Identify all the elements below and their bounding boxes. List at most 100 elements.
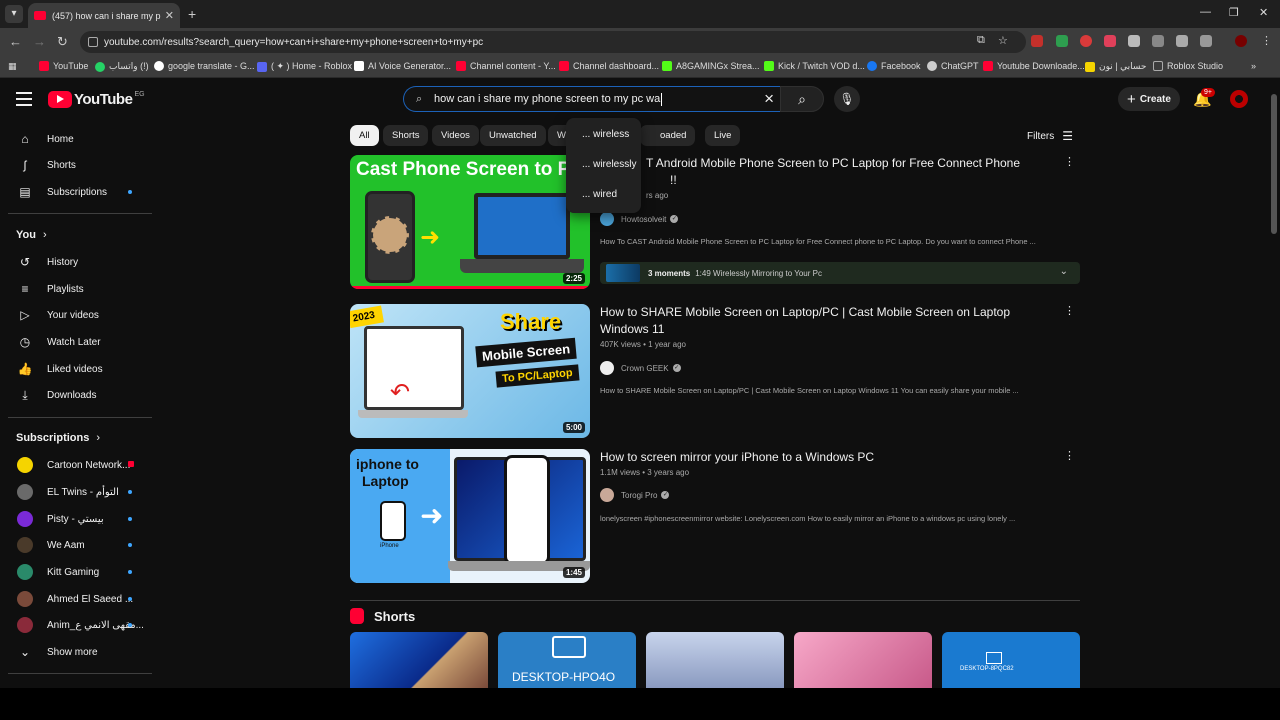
search-button[interactable]: ⌕	[780, 86, 824, 112]
video-duration: 5:00	[562, 422, 585, 433]
bookmark-item[interactable]: A8GAMINGx Strea...	[662, 61, 760, 71]
forward-icon[interactable]: →	[33, 34, 46, 49]
close-window-icon[interactable]: ✕	[1259, 6, 1268, 19]
more-actions-icon[interactable]: ⋮	[1064, 304, 1075, 317]
extension-icon[interactable]	[1128, 35, 1140, 47]
extension-icon[interactable]	[1056, 35, 1068, 47]
voice-search-button[interactable]: 🎙	[834, 86, 860, 112]
apps-grid-icon[interactable]: ▦	[8, 61, 17, 72]
video-title[interactable]: How to screen mirror your iPhone to a Wi…	[600, 449, 1040, 466]
sidebar-you-heading[interactable]: You ›	[16, 229, 47, 241]
video-thumbnail[interactable]: 2023 Share Mobile Screen To PC/Laptop ↶ …	[350, 304, 590, 438]
chip-shorts[interactable]: Shorts	[383, 125, 429, 146]
subscription-item[interactable]: Pisty - بيستي	[8, 507, 152, 531]
back-icon[interactable]: ←	[9, 34, 22, 49]
suggestion-item[interactable]: ... wirelessly	[566, 154, 641, 184]
sidebar-subscriptions-heading[interactable]: Subscriptions ›	[16, 432, 100, 444]
subscription-item[interactable]: Ahmed El Saeed ...	[8, 587, 152, 611]
bookmark-item[interactable]: YouTube	[39, 61, 88, 71]
clear-search-icon[interactable]: ×	[764, 89, 774, 109]
scrollbar-thumb[interactable]	[1271, 94, 1277, 234]
create-button[interactable]: + Create	[1118, 87, 1180, 111]
site-info-icon[interactable]	[88, 37, 98, 47]
new-tab-icon[interactable]: +	[188, 6, 196, 22]
extension-icon[interactable]	[1080, 35, 1092, 47]
search-input[interactable]: ⌕ how can i share my phone screen to my …	[403, 86, 780, 112]
sidebar-item-watch-later[interactable]: ◷ Watch Later	[8, 330, 152, 354]
bookmark-folder[interactable]: Roblox Studio	[1153, 61, 1223, 71]
channel-link[interactable]: Howtosolveit ✓	[600, 212, 679, 226]
chip-recently-uploaded[interactable]: oaded	[640, 125, 696, 146]
bookmark-item[interactable]: Channel content - Y...	[456, 61, 556, 71]
bookmark-item[interactable]: Youtube Downloade...	[983, 61, 1085, 71]
extension-icon[interactable]	[1176, 35, 1188, 47]
bookmark-item[interactable]: Facebook	[867, 61, 921, 71]
channel-link[interactable]: Crown GEEK ✓	[600, 361, 681, 375]
channel-avatar	[17, 457, 33, 473]
install-app-icon[interactable]: ⧉	[977, 34, 985, 47]
chevron-down-icon[interactable]: ⌄	[1060, 266, 1068, 277]
page-scrollbar[interactable]	[1270, 82, 1278, 688]
extension-icon[interactable]	[1031, 35, 1043, 47]
profile-avatar-icon[interactable]	[1235, 35, 1247, 47]
filters-button[interactable]: Filters ☰	[1027, 129, 1073, 143]
extension-icon[interactable]	[1104, 35, 1116, 47]
browser-tab-active[interactable]: (457) how can i share my phone ✕	[28, 3, 180, 28]
short-thumbnail[interactable]	[794, 632, 932, 688]
subscription-item[interactable]: Anim_مقهى الانمي ع...	[8, 613, 152, 637]
restore-icon[interactable]: ❐	[1229, 6, 1239, 19]
browser-menu-icon[interactable]: ⋮	[1261, 34, 1272, 47]
reload-icon[interactable]: ↻	[57, 34, 68, 50]
bookmark-item[interactable]: حسابي | نون	[1085, 61, 1146, 72]
sidebar-item-playlists[interactable]: ≡ Playlists	[8, 277, 152, 301]
subscription-item[interactable]: Cartoon Network...	[8, 453, 152, 477]
bookmark-item[interactable]: ChatGPT	[927, 61, 979, 71]
short-thumbnail[interactable]	[646, 632, 784, 688]
tab-search-icon[interactable]: ▾	[5, 5, 23, 23]
chip-all[interactable]: All	[350, 125, 379, 146]
channel-link[interactable]: Torogi Pro ✓	[600, 488, 670, 502]
video-thumbnail[interactable]: Cast Phone Screen to P ➜ 2:25	[350, 155, 590, 289]
video-title[interactable]: T Android Mobile Phone Screen to PC Lapt…	[600, 155, 1040, 189]
subscription-item[interactable]: We Aam	[8, 533, 152, 557]
suggestion-item[interactable]: ... wired	[566, 184, 641, 214]
subscription-item[interactable]: EL Twins - التوأم	[8, 480, 152, 504]
sidebar-show-more[interactable]: ⌄ Show more	[8, 640, 152, 664]
chip-live[interactable]: Live	[705, 125, 741, 146]
short-thumbnail[interactable]: DESKTOP-HPO4O	[498, 632, 636, 688]
sidebar-item-home[interactable]: ⌂ Home	[8, 127, 152, 151]
suggestion-item[interactable]: ... wireless	[566, 124, 641, 154]
tab-close-icon[interactable]: ✕	[165, 9, 174, 22]
bookmark-item[interactable]: AI Voice Generator...	[354, 61, 451, 71]
bookmark-item[interactable]: واتساب (!)	[95, 61, 149, 72]
extensions-puzzle-icon[interactable]	[1200, 35, 1212, 47]
extension-icon[interactable]	[1152, 35, 1164, 47]
youtube-logo[interactable]: YouTube EG	[48, 91, 145, 108]
short-thumbnail[interactable]	[350, 632, 488, 688]
key-moments-bar[interactable]: 3 moments 1:49 Wirelessly Mirroring to Y…	[600, 262, 1080, 284]
sidebar-item-liked-videos[interactable]: 👍 Liked videos	[8, 357, 152, 381]
subscription-item[interactable]: Kitt Gaming	[8, 560, 152, 584]
video-title[interactable]: How to SHARE Mobile Screen on Laptop/PC …	[600, 304, 1040, 338]
bookmark-item[interactable]: google translate - G...	[154, 61, 255, 71]
chip-videos[interactable]: Videos	[432, 125, 479, 146]
sidebar-item-downloads[interactable]: ⤓ Downloads	[8, 383, 152, 407]
address-bar[interactable]: youtube.com/results?search_query=how+can…	[80, 31, 1026, 53]
bookmark-star-icon[interactable]: ☆	[998, 34, 1008, 47]
account-avatar[interactable]	[1230, 90, 1248, 108]
bookmark-item[interactable]: Kick / Twitch VOD d...	[764, 61, 865, 71]
short-thumbnail[interactable]: DESKTOP-8PQC82	[942, 632, 1080, 688]
video-thumbnail[interactable]: iphone to Laptop iPhone ➜ 1:45	[350, 449, 590, 583]
chip-unwatched[interactable]: Unwatched	[480, 125, 546, 146]
sidebar-item-history[interactable]: ↺ History	[8, 250, 152, 274]
minimize-icon[interactable]: —	[1200, 6, 1211, 18]
sidebar-item-shorts[interactable]: ʃ Shorts	[8, 153, 152, 177]
more-actions-icon[interactable]: ⋮	[1064, 155, 1075, 168]
bookmark-item[interactable]: ( ✦ ) Home - Roblox	[257, 61, 352, 72]
guide-menu-icon[interactable]	[16, 92, 32, 106]
more-actions-icon[interactable]: ⋮	[1064, 449, 1075, 462]
bookmark-item[interactable]: Channel dashboard...	[559, 61, 659, 71]
sidebar-item-your-videos[interactable]: ▷ Your videos	[8, 303, 152, 327]
sidebar-item-subscriptions[interactable]: ▤ Subscriptions	[8, 180, 152, 204]
more-bookmarks-icon[interactable]: »	[1251, 61, 1256, 71]
